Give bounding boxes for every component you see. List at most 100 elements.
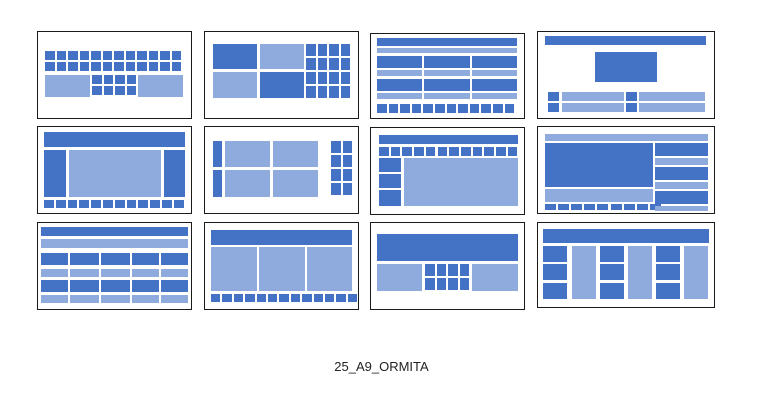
light-block (69, 150, 161, 197)
banded-table-layout (37, 222, 192, 310)
light-block (41, 295, 68, 303)
light-block (132, 295, 159, 303)
dark-block (306, 44, 316, 56)
dark-block (340, 72, 350, 84)
dark-block (213, 44, 257, 69)
panels-with-side-grid-layout (204, 126, 359, 214)
dark-block (331, 169, 341, 181)
dark-block (329, 86, 339, 98)
light-block (684, 246, 708, 299)
light-block (225, 170, 270, 197)
dark-block (56, 51, 66, 60)
dark-block (148, 62, 158, 71)
dark-block (545, 204, 557, 210)
dark-block (56, 62, 66, 71)
dark-block (317, 86, 327, 98)
dark-block (493, 104, 503, 113)
dark-block (306, 72, 316, 84)
dark-block (472, 147, 483, 156)
light-block (211, 247, 257, 291)
dark-block (70, 253, 99, 265)
dark-block (68, 62, 78, 71)
dark-block (597, 204, 609, 210)
dark-block (41, 253, 68, 265)
dark-block (377, 79, 422, 91)
dark-block (101, 280, 130, 292)
light-block (572, 246, 596, 299)
dark-block (256, 294, 266, 302)
dark-block (213, 170, 222, 197)
dark-block (55, 200, 66, 208)
dark-block (114, 62, 124, 71)
light-block (259, 247, 305, 291)
dark-block (325, 294, 335, 302)
dark-block (150, 200, 160, 208)
dark-block (171, 51, 181, 60)
dark-block (101, 253, 130, 265)
dark-block (245, 294, 255, 302)
dark-block (425, 147, 436, 156)
dark-block (126, 75, 136, 84)
dark-block (331, 155, 341, 167)
dark-block (137, 51, 147, 60)
dark-block (388, 104, 399, 113)
dark-block (377, 38, 517, 46)
dark-block (636, 204, 648, 210)
dark-block (114, 51, 124, 60)
dark-block (91, 62, 101, 71)
dark-block (342, 183, 352, 195)
dark-block (329, 58, 339, 70)
dark-block (548, 103, 559, 112)
light-block (472, 264, 518, 291)
dark-block (484, 147, 494, 156)
dark-block (268, 294, 278, 302)
dark-block (336, 294, 346, 302)
light-block (639, 92, 705, 101)
dark-block (584, 204, 596, 210)
dark-block (507, 147, 518, 156)
dark-block (91, 200, 101, 208)
dark-block (411, 104, 422, 113)
dark-block (377, 234, 518, 261)
light-block (424, 93, 470, 99)
light-block (225, 141, 270, 167)
light-block (273, 170, 318, 197)
light-block (545, 189, 653, 202)
dark-block (626, 103, 637, 112)
light-block (377, 48, 517, 53)
dark-block (543, 246, 567, 262)
dark-block (41, 280, 68, 292)
light-block (161, 295, 188, 303)
dark-block (329, 72, 339, 84)
dark-block (114, 200, 125, 208)
two-by-two-panels-with-grid-layout (204, 31, 359, 119)
light-block (101, 269, 130, 277)
dark-block (543, 229, 709, 243)
light-block (273, 141, 318, 167)
light-block (424, 70, 470, 76)
light-block (377, 70, 422, 76)
dark-block (458, 104, 468, 113)
dark-block (331, 183, 341, 195)
dark-block (211, 294, 221, 302)
dark-block (436, 264, 446, 276)
dark-block (545, 36, 706, 45)
dark-block (45, 51, 55, 60)
light-block (655, 158, 708, 165)
dark-block (610, 204, 622, 210)
light-block (41, 239, 188, 248)
dark-block (423, 104, 433, 113)
dark-block (317, 44, 327, 56)
dark-block (79, 51, 89, 60)
dark-block (379, 147, 389, 156)
dark-block (132, 253, 159, 265)
dark-block (79, 62, 89, 71)
dark-block (448, 264, 458, 276)
dark-block (342, 141, 352, 153)
dark-block (449, 147, 459, 156)
grid-header-with-left-column-layout (370, 127, 525, 215)
dark-block (379, 158, 401, 172)
dark-block (424, 79, 470, 91)
dark-block (436, 278, 446, 290)
light-block (562, 92, 624, 101)
